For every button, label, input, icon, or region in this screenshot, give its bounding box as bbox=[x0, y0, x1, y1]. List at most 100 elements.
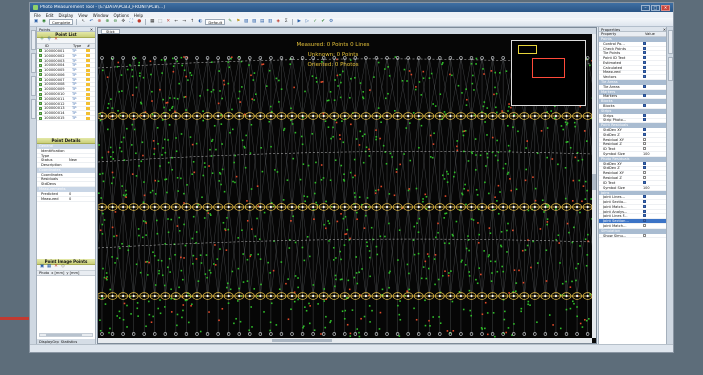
menu-file[interactable]: File bbox=[34, 13, 41, 18]
property-value-cell[interactable]: 100 bbox=[643, 152, 668, 156]
col-id[interactable]: ID bbox=[43, 44, 71, 48]
property-value-cell[interactable] bbox=[643, 46, 668, 51]
dock-tab-layers[interactable] bbox=[668, 57, 673, 81]
property-checkbox[interactable] bbox=[643, 60, 646, 64]
property-value-cell[interactable] bbox=[643, 56, 668, 60]
property-checkbox[interactable] bbox=[643, 118, 646, 122]
property-value-cell[interactable] bbox=[643, 166, 668, 170]
step-icon[interactable]: ▷ bbox=[304, 19, 310, 25]
property-value[interactable]: 100 bbox=[643, 186, 649, 190]
property-value-cell[interactable] bbox=[643, 113, 668, 118]
point-checkbox[interactable] bbox=[39, 58, 42, 62]
property-value-cell[interactable] bbox=[643, 195, 668, 199]
scroll-thumb[interactable] bbox=[46, 334, 82, 336]
property-value-cell[interactable] bbox=[643, 147, 668, 151]
point-row[interactable]: 100000015 TP bbox=[37, 116, 95, 121]
point-checkbox[interactable] bbox=[39, 78, 42, 82]
property-checkbox[interactable] bbox=[643, 94, 646, 98]
flag-icon[interactable]: ⚑ bbox=[235, 19, 241, 25]
remove-point-icon[interactable]: ✕ bbox=[53, 38, 59, 44]
add-point-icon[interactable]: ＋ bbox=[39, 38, 45, 44]
layers-icon[interactable]: ▤ bbox=[259, 19, 265, 25]
select-icon[interactable]: ⬚ bbox=[157, 19, 163, 25]
property-checkbox[interactable] bbox=[643, 104, 646, 108]
statistics-tab[interactable]: Statistics bbox=[61, 340, 77, 344]
property-checkbox[interactable] bbox=[643, 200, 646, 203]
col-y-mm[interactable]: y [mm] bbox=[64, 271, 79, 275]
arrow-left-icon[interactable]: ← bbox=[173, 19, 179, 25]
maximize-button[interactable]: □ bbox=[651, 4, 660, 11]
property-checkbox[interactable] bbox=[643, 161, 646, 165]
details-row[interactable]: Measured 0 bbox=[37, 197, 95, 202]
property-value-cell[interactable] bbox=[643, 142, 668, 146]
property-checkbox[interactable] bbox=[643, 56, 646, 60]
overview-map[interactable] bbox=[511, 40, 586, 106]
point-checkbox[interactable] bbox=[39, 111, 42, 115]
property-checkbox[interactable] bbox=[643, 132, 646, 136]
property-checkbox[interactable] bbox=[643, 128, 646, 132]
property-checkbox[interactable] bbox=[643, 214, 646, 218]
image-point-options-icon[interactable]: ◇ bbox=[60, 265, 66, 271]
property-value-cell[interactable] bbox=[643, 233, 668, 238]
property-checkbox[interactable] bbox=[643, 180, 646, 184]
point-checkbox[interactable] bbox=[39, 102, 42, 106]
point-checkbox[interactable] bbox=[39, 49, 42, 53]
display-group-tab[interactable]: DisplayGrp bbox=[39, 340, 59, 344]
display-combo[interactable]: Default bbox=[205, 19, 226, 25]
property-checkbox[interactable] bbox=[643, 137, 646, 141]
point-checkbox[interactable] bbox=[39, 82, 42, 86]
dock-tab-properties[interactable] bbox=[668, 30, 673, 54]
photo-grid-icon[interactable]: ▨ bbox=[251, 19, 257, 25]
measure-icon[interactable]: ✎ bbox=[227, 19, 233, 25]
property-value-cell[interactable] bbox=[643, 204, 668, 209]
dock-tab-strips[interactable] bbox=[31, 99, 36, 119]
property-checkbox[interactable] bbox=[643, 223, 646, 227]
viewer-tab[interactable]: Stick bbox=[101, 28, 120, 34]
dock-tab-photos[interactable] bbox=[31, 53, 36, 73]
property-value-cell[interactable] bbox=[643, 60, 668, 65]
property-checkbox[interactable] bbox=[643, 219, 646, 223]
col-flag[interactable]: # bbox=[85, 44, 90, 48]
property-checkbox[interactable] bbox=[643, 171, 646, 175]
strip-icon[interactable]: ▥ bbox=[267, 19, 273, 25]
point-checkbox[interactable] bbox=[39, 68, 42, 72]
property-value-cell[interactable] bbox=[643, 118, 668, 122]
point-checkbox[interactable] bbox=[39, 92, 42, 96]
property-value[interactable]: 100 bbox=[643, 152, 649, 156]
viewer-horizontal-scrollbar[interactable] bbox=[98, 338, 592, 343]
zoom-in-icon[interactable]: ⊕ bbox=[104, 19, 110, 25]
point-checkbox[interactable] bbox=[39, 63, 42, 67]
image-point-grid-icon[interactable]: ▦ bbox=[46, 265, 52, 271]
property-checkbox[interactable] bbox=[643, 209, 646, 213]
point-checkbox[interactable] bbox=[39, 116, 42, 120]
scroll-thumb[interactable] bbox=[272, 339, 332, 342]
dock-tab-points[interactable] bbox=[31, 30, 36, 50]
calc-icon[interactable]: Σ bbox=[283, 19, 289, 25]
property-value-cell[interactable] bbox=[643, 132, 668, 137]
arrow-up-icon[interactable]: ↑ bbox=[189, 19, 195, 25]
fit-icon[interactable]: ⛶ bbox=[128, 19, 134, 25]
panel-close-icon[interactable]: ✕ bbox=[90, 27, 93, 32]
block-viewer[interactable]: Stick Measured: 0 Points 0 Lines Unknown… bbox=[97, 27, 597, 344]
property-value-cell[interactable] bbox=[643, 75, 668, 79]
property-value-cell[interactable] bbox=[643, 219, 668, 223]
property-value-cell[interactable] bbox=[643, 65, 668, 70]
settings-icon[interactable]: ⚙ bbox=[328, 19, 334, 25]
accept-icon[interactable]: ✔ bbox=[320, 19, 326, 25]
save-icon[interactable]: ▣ bbox=[33, 19, 39, 25]
display-icon[interactable]: ◐ bbox=[197, 19, 203, 25]
minimize-button[interactable]: – bbox=[641, 4, 650, 11]
property-value-cell[interactable] bbox=[643, 161, 668, 166]
left-horizontal-scrollbar[interactable] bbox=[39, 333, 93, 337]
pointer-icon[interactable]: ↖ bbox=[80, 19, 86, 25]
menu-view[interactable]: View bbox=[78, 13, 88, 18]
stop-icon[interactable]: ● bbox=[136, 19, 142, 25]
viewer-vertical-scrollbar[interactable] bbox=[592, 34, 596, 338]
point-checkbox[interactable] bbox=[39, 87, 42, 91]
property-value-cell[interactable] bbox=[643, 223, 668, 228]
photo-icon[interactable]: ▧ bbox=[243, 19, 249, 25]
arrow-right-icon[interactable]: → bbox=[181, 19, 187, 25]
property-checkbox[interactable] bbox=[643, 142, 646, 146]
mode-combo[interactable]: Complete bbox=[49, 19, 74, 25]
check-icon[interactable]: ✓ bbox=[312, 19, 318, 25]
